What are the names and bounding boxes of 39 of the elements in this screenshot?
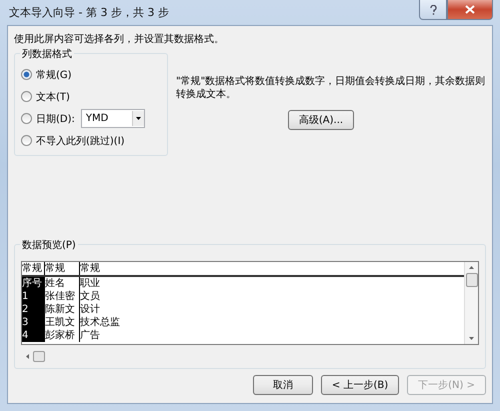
help-icon [430, 4, 436, 14]
column-header[interactable]: 常规 [45, 262, 80, 275]
close-button[interactable] [447, 0, 493, 20]
window-title: 文本导入向导 - 第 3 步，共 3 步 [8, 5, 169, 20]
group-title: 数据预览(P) [20, 238, 78, 252]
scroll-up-icon[interactable] [468, 265, 475, 271]
scroll-down-icon[interactable] [468, 335, 475, 341]
advanced-button[interactable]: 高级(A)... [288, 110, 354, 130]
table-cell: 4 [22, 329, 45, 342]
table-cell: 王凯文 [45, 316, 80, 329]
radio-label[interactable]: 不导入此列(跳过)(I) [36, 134, 125, 148]
table-cell: 序号 [22, 277, 45, 290]
table-cell: 张佳密 [45, 290, 80, 303]
wizard-button[interactable]: < 上一步(B) [320, 375, 400, 395]
scroll-thumb[interactable] [33, 350, 45, 362]
table-cell: 2 [22, 303, 45, 316]
table-cell: 3 [22, 316, 45, 329]
radio-button[interactable] [21, 135, 32, 146]
radio-button[interactable] [21, 91, 32, 102]
radio-button[interactable] [21, 113, 32, 124]
help-button[interactable] [419, 0, 447, 20]
radio-button[interactable] [21, 69, 32, 80]
vertical-scrollbar[interactable] [464, 262, 478, 344]
radio-label[interactable]: 日期(D): [36, 112, 75, 126]
scroll-thumb[interactable] [466, 273, 478, 287]
column-header[interactable]: 常规 [22, 262, 45, 275]
date-order-dropdown[interactable]: YMD [80, 109, 145, 128]
close-icon [465, 5, 475, 14]
instruction-text: 使用此屏内容可选择各列，并设置其数据格式。 [14, 32, 225, 46]
table-cell: 1 [22, 290, 45, 303]
wizard-button[interactable]: 取消 [252, 375, 313, 395]
radio-label[interactable]: 常规(G) [36, 68, 72, 82]
scroll-left-icon[interactable] [25, 352, 30, 360]
table-cell: 彭家桥 [45, 329, 80, 342]
description-text: "常规"数据格式将数值转换成数字，日期值会转换成日期，其余数据则转换成文本。 [176, 75, 486, 101]
radio-label[interactable]: 文本(T) [36, 90, 70, 104]
group-title: 列数据格式 [20, 47, 74, 61]
table-cell: 姓名 [45, 277, 80, 290]
table-cell: 陈新文 [45, 303, 80, 316]
